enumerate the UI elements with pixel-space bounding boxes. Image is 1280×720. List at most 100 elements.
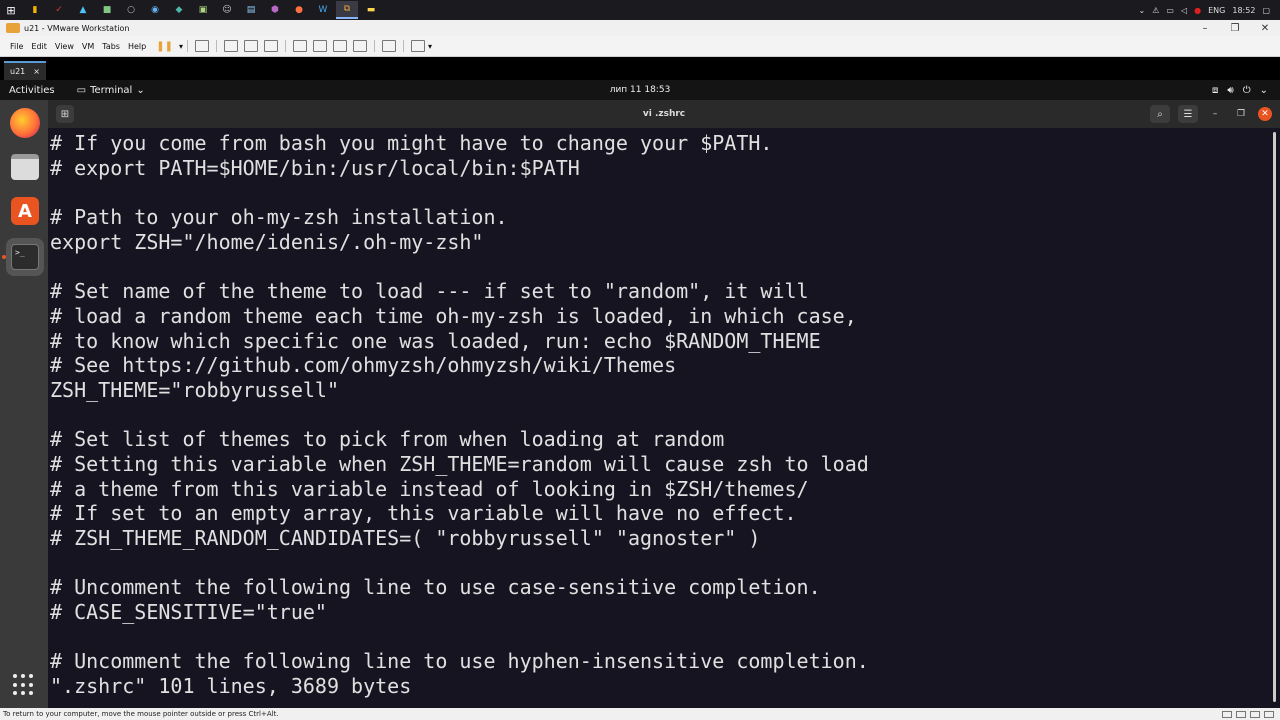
close-icon[interactable]: ✕ bbox=[1258, 107, 1272, 121]
record-icon[interactable]: ● bbox=[1194, 6, 1201, 15]
revert-snapshot-icon[interactable] bbox=[244, 40, 258, 52]
taskbar-vmware-icon[interactable]: ⧉ bbox=[336, 1, 358, 19]
minimize-icon[interactable]: – bbox=[1206, 109, 1224, 119]
send-ctrl-alt-del-icon[interactable] bbox=[195, 40, 209, 52]
stretch-view-icon[interactable] bbox=[411, 40, 425, 52]
volume-icon[interactable]: ◁ bbox=[1181, 6, 1187, 15]
windows-logo-icon[interactable]: ⊞ bbox=[0, 0, 22, 20]
taskbar-app-icon[interactable]: ▮ bbox=[24, 1, 46, 19]
dock-firefox[interactable] bbox=[6, 104, 44, 142]
menu-tabs[interactable]: Tabs bbox=[98, 42, 124, 51]
menu-view[interactable]: View bbox=[51, 42, 78, 51]
window-title: u21 - VMware Workstation bbox=[24, 23, 130, 33]
close-icon[interactable]: × bbox=[33, 67, 40, 76]
terminal-line: # See https://github.com/ohmyzsh/ohmyzsh… bbox=[50, 353, 677, 377]
close-icon[interactable]: ✕ bbox=[1250, 23, 1280, 34]
chevron-down-icon[interactable]: ▾ bbox=[179, 42, 183, 51]
tab-label: u21 bbox=[10, 67, 26, 76]
taskbar-app-icon[interactable]: ● bbox=[288, 1, 310, 19]
dock-software[interactable]: A bbox=[6, 192, 44, 230]
terminal-line: export ZSH="/home/idenis/.oh-my-zsh" bbox=[50, 230, 484, 254]
terminal-line: # load a random theme each time oh-my-zs… bbox=[50, 304, 857, 328]
terminal-headerbar: ⊞ vi .zshrc ⌕ ☰ – ❐ ✕ bbox=[48, 100, 1280, 128]
terminal-line: # a theme from this variable instead of … bbox=[50, 477, 809, 501]
taskbar-app-icon[interactable]: ▣ bbox=[192, 1, 214, 19]
display-icon[interactable] bbox=[1264, 710, 1274, 718]
terminal-line: # Set name of the theme to load --- if s… bbox=[50, 279, 809, 303]
dock-terminal[interactable]: >_ bbox=[6, 238, 44, 276]
toolbar-separator bbox=[374, 40, 375, 52]
files-icon bbox=[11, 154, 39, 180]
taskbar-app-icon[interactable]: ■ bbox=[96, 1, 118, 19]
network-icon[interactable]: ▭ bbox=[1166, 6, 1174, 15]
restore-icon[interactable]: ❐ bbox=[1232, 109, 1250, 119]
taskbar-app-icon[interactable]: ◆ bbox=[168, 1, 190, 19]
gnome-top-bar: Activities ▭ Terminal ⌄ лип 11 18:53 ⧈ 🔊… bbox=[0, 80, 1280, 100]
language-indicator[interactable]: ENG bbox=[1208, 6, 1225, 15]
tab-u21[interactable]: u21 × bbox=[4, 61, 46, 80]
terminal-scrollbar[interactable] bbox=[1273, 132, 1276, 702]
toolbar-separator bbox=[403, 40, 404, 52]
new-tab-icon[interactable]: ⊞ bbox=[56, 105, 74, 123]
taskbar-folder-icon[interactable]: ▬ bbox=[360, 1, 382, 19]
menu-vm[interactable]: VM bbox=[78, 42, 98, 51]
terminal-line: # Uncomment the following line to use hy… bbox=[50, 649, 869, 673]
taskbar-app-icon[interactable]: ○ bbox=[120, 1, 142, 19]
toolbar-separator bbox=[187, 40, 188, 52]
pause-icon[interactable]: ❚❚ bbox=[150, 41, 179, 52]
gnome-system-menu[interactable]: ⧈ 🔊︎ ⏻ ⌄ bbox=[1212, 85, 1280, 96]
library-icon[interactable] bbox=[293, 40, 307, 52]
terminal-title: vi .zshrc bbox=[642, 109, 686, 119]
terminal-line: # Path to your oh-my-zsh installation. bbox=[50, 205, 508, 229]
menu-edit[interactable]: Edit bbox=[27, 42, 51, 51]
terminal-line: # If set to an empty array, this variabl… bbox=[50, 501, 797, 525]
toolbar-separator bbox=[216, 40, 217, 52]
status-message: To return to your computer, move the mou… bbox=[3, 710, 279, 718]
taskbar-app-icon[interactable]: ▲ bbox=[72, 1, 94, 19]
gnome-clock[interactable]: лип 11 18:53 bbox=[610, 85, 671, 95]
terminal-line: # If you come from bash you might have t… bbox=[50, 131, 773, 155]
chevron-down-icon[interactable]: ▾ bbox=[428, 42, 432, 51]
taskbar-app-icon[interactable]: ⬢ bbox=[264, 1, 286, 19]
minimize-icon[interactable]: – bbox=[1190, 23, 1220, 34]
terminal-app-icon: ▭ bbox=[76, 84, 87, 96]
chevron-up-icon[interactable]: ⌄ bbox=[1139, 6, 1146, 15]
vmware-logo-icon bbox=[6, 23, 20, 33]
app-menu-label: Terminal bbox=[90, 84, 133, 96]
menu-help[interactable]: Help bbox=[124, 42, 150, 51]
taskbar-app-icon[interactable]: ▤ bbox=[240, 1, 262, 19]
taskbar-app-icon[interactable]: W bbox=[312, 1, 334, 19]
taskbar-clock[interactable]: 18:52 bbox=[1232, 6, 1255, 15]
vmware-tab-bar: u21 × bbox=[0, 57, 1280, 80]
snapshot-manager-icon[interactable] bbox=[264, 40, 278, 52]
taskbar-app-icon[interactable]: ✓ bbox=[48, 1, 70, 19]
thumbnail-icon[interactable] bbox=[313, 40, 327, 52]
hard-disk-icon[interactable] bbox=[1222, 710, 1232, 718]
hamburger-menu-icon[interactable]: ☰ bbox=[1178, 105, 1198, 123]
menu-file[interactable]: File bbox=[6, 42, 27, 51]
app-menu-terminal[interactable]: ▭ Terminal ⌄ bbox=[77, 85, 145, 96]
search-icon[interactable]: ⌕ bbox=[1150, 105, 1170, 123]
network-adapter-icon[interactable] bbox=[1236, 710, 1246, 718]
activities-button[interactable]: Activities bbox=[0, 85, 55, 96]
taskbar-app-icon[interactable]: ☺ bbox=[216, 1, 238, 19]
terminal-line: # Setting this variable when ZSH_THEME=r… bbox=[50, 452, 869, 476]
show-applications-icon[interactable] bbox=[13, 674, 35, 696]
console-view-icon[interactable] bbox=[382, 40, 396, 52]
terminal-content[interactable]: # If you come from bash you might have t… bbox=[48, 128, 1280, 708]
usb-icon[interactable] bbox=[1250, 710, 1260, 718]
device-status-icons bbox=[1222, 710, 1280, 718]
unity-icon[interactable] bbox=[353, 40, 367, 52]
warning-icon[interactable]: ⚠ bbox=[1152, 6, 1159, 15]
snapshot-icon[interactable] bbox=[224, 40, 238, 52]
fullscreen-icon[interactable] bbox=[333, 40, 347, 52]
notifications-icon[interactable]: ▢ bbox=[1262, 6, 1270, 15]
dock-files[interactable] bbox=[6, 148, 44, 186]
vmware-menu-bar: File Edit View VM Tabs Help ❚❚ ▾ ▾ bbox=[0, 36, 1280, 57]
chevron-down-icon: ⌄ bbox=[136, 84, 145, 96]
taskbar-app-icon[interactable]: ◉ bbox=[144, 1, 166, 19]
windows-taskbar: ⊞ ▮ ✓ ▲ ■ ○ ◉ ◆ ▣ ☺ ▤ ⬢ ● W ⧉ ▬ ⌄ ⚠ ▭ ◁ … bbox=[0, 0, 1280, 20]
terminal-line: ZSH_THEME="robbyrussell" bbox=[50, 378, 339, 402]
maximize-icon[interactable]: ❐ bbox=[1220, 23, 1250, 34]
terminal-line: # to know which specific one was loaded,… bbox=[50, 329, 821, 353]
